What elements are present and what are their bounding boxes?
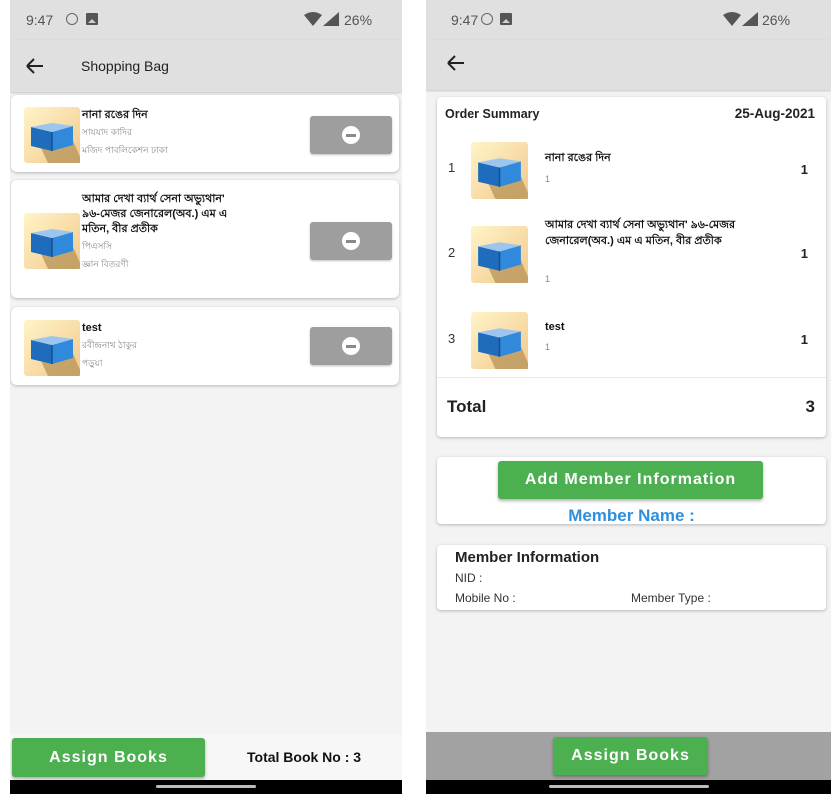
member-information-card: Member Information NID : Mobile No : Mem… — [437, 545, 826, 610]
remove-item-button[interactable] — [310, 116, 392, 154]
system-nav-bar — [426, 780, 831, 794]
book-cover-image — [24, 320, 80, 376]
book-cover-image — [471, 142, 528, 199]
bottom-bar: Assign Books — [426, 732, 831, 780]
book-title: test — [545, 321, 565, 333]
remove-item-button[interactable] — [310, 222, 392, 260]
battery-level: 26% — [762, 12, 791, 28]
item-subtitle: 1 — [545, 174, 551, 184]
notification-circle-icon — [481, 13, 493, 25]
image-notification-icon — [500, 13, 512, 25]
home-gesture-bar[interactable] — [156, 785, 256, 788]
minus-circle-icon — [342, 232, 360, 250]
minus-circle-icon — [342, 126, 360, 144]
notification-circle-icon — [66, 13, 78, 25]
order-summary-title: Order Summary — [445, 107, 540, 121]
item-subtitle: 1 — [545, 342, 551, 352]
item-quantity: 1 — [800, 246, 808, 261]
signal-icon — [323, 12, 339, 26]
battery-level: 26% — [344, 12, 373, 28]
order-summary-card: Order Summary 25-Aug-2021 1 নানা রঙের দি… — [437, 97, 826, 437]
book-author: সাযযাদ কাদির — [82, 127, 132, 137]
member-name-label: Member Name : — [568, 506, 695, 525]
assign-books-button[interactable]: Assign Books — [12, 738, 205, 777]
member-type-label: Member Type : — [631, 591, 711, 605]
cart-item-card: test রবীন্দ্রনাথ ঠাকুর পড়ুয়া — [11, 307, 399, 385]
app-bar — [426, 40, 831, 90]
status-time: 9:47 — [451, 12, 479, 28]
status-bar: 9:47 26% — [10, 0, 402, 40]
book-author: রবীন্দ্রনাথ ঠাকুর — [82, 340, 137, 350]
wifi-icon — [723, 12, 741, 26]
item-quantity: 1 — [800, 162, 808, 177]
book-publisher: মজিদ পাবলিকেশন ঢাকা — [82, 145, 168, 155]
book-title: নানা রঙের দিন — [82, 109, 148, 121]
total-label: Total — [447, 397, 487, 416]
member-card: Add Member Information Member Name : — [437, 457, 826, 525]
mobile-no-label: Mobile No : — [455, 591, 516, 605]
image-notification-icon — [86, 13, 98, 25]
item-subtitle: 1 — [545, 274, 551, 284]
book-title: আমার দেখা ব্যার্থ সেনা অভ্যুথান' ৯৬-মেজর… — [545, 219, 736, 247]
cart-item-details: আমার দেখা ব্যার্থ সেনা অভ্যুথান' ৯৬-মেজর… — [82, 192, 242, 273]
arrow-left-icon[interactable] — [447, 55, 465, 71]
cart-item-details: নানা রঙের দিন সাযযাদ কাদির মজিদ পাবলিকেশ… — [82, 108, 242, 159]
book-cover-image — [471, 312, 528, 369]
order-date: 25-Aug-2021 — [734, 106, 815, 121]
cart-item-details: test রবীন্দ্রনাথ ঠাকুর পড়ুয়া — [82, 321, 242, 372]
cart-item-card: নানা রঙের দিন সাযযাদ কাদির মজিদ পাবলিকেশ… — [11, 95, 399, 172]
book-publisher: জ্ঞান বিতরণী — [82, 259, 129, 269]
minus-circle-icon — [342, 337, 360, 355]
order-summary-screen: 9:47 26% Order Summary 25-Aug-2021 1 নান… — [426, 0, 831, 794]
book-publisher: পড়ুয়া — [82, 358, 103, 368]
signal-icon — [742, 12, 758, 26]
remove-item-button[interactable] — [310, 327, 392, 365]
book-title: আমার দেখা ব্যার্থ সেনা অভ্যুথান' ৯৬-মেজর… — [82, 193, 228, 235]
status-bar: 9:47 26% — [426, 0, 831, 40]
bottom-bar: Assign Books Total Book No : 3 — [10, 734, 402, 780]
arrow-left-icon[interactable] — [26, 58, 44, 74]
book-cover-image — [24, 107, 80, 163]
cart-item-card: আমার দেখা ব্যার্থ সেনা অভ্যুথান' ৯৬-মেজর… — [11, 180, 399, 298]
item-quantity: 1 — [800, 332, 808, 347]
nid-label: NID : — [455, 571, 483, 585]
wifi-icon — [304, 12, 322, 26]
book-title: test — [82, 322, 102, 334]
page-title: Shopping Bag — [81, 58, 169, 74]
shopping-bag-screen: 9:47 26% Shopping Bag নানা রঙের দিন সাযয… — [10, 0, 402, 794]
status-time: 9:47 — [26, 12, 54, 28]
book-cover-image — [24, 213, 80, 269]
system-nav-bar — [10, 780, 402, 794]
book-title: নানা রঙের দিন — [545, 152, 611, 164]
app-bar: Shopping Bag — [10, 40, 402, 92]
item-index: 3 — [448, 331, 456, 346]
book-author: পিএসসি — [82, 241, 112, 251]
add-member-information-button[interactable]: Add Member Information — [498, 461, 763, 499]
member-information-title: Member Information — [455, 549, 600, 566]
total-value: 3 — [805, 397, 815, 416]
book-cover-image — [471, 226, 528, 283]
home-gesture-bar[interactable] — [548, 785, 709, 788]
assign-books-button[interactable]: Assign Books — [553, 737, 708, 775]
item-index: 1 — [448, 160, 456, 175]
total-book-count: Total Book No : 3 — [247, 749, 362, 765]
divider — [437, 377, 826, 378]
item-index: 2 — [448, 245, 456, 260]
